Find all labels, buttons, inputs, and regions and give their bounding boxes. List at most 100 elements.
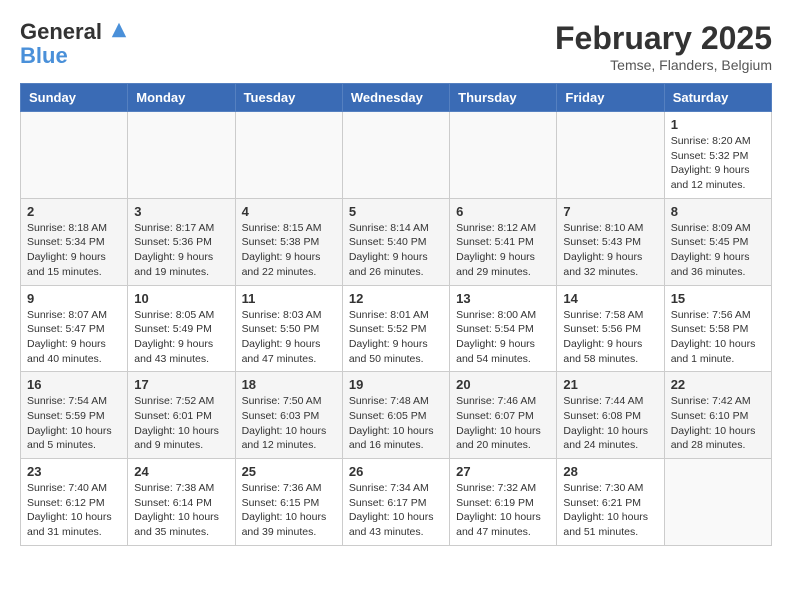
col-header-sunday: Sunday — [21, 84, 128, 112]
day-cell: 15 Sunrise: 7:56 AM Sunset: 5:58 PM Dayli… — [664, 285, 771, 372]
page-header: General Blue February 2025 Temse, Flande… — [20, 20, 772, 73]
day-number: 19 — [349, 377, 443, 392]
col-header-tuesday: Tuesday — [235, 84, 342, 112]
day-number: 21 — [563, 377, 657, 392]
day-info: Sunrise: 8:14 AM Sunset: 5:40 PM Dayligh… — [349, 221, 443, 280]
day-cell — [235, 112, 342, 199]
day-number: 15 — [671, 291, 765, 306]
day-info: Sunrise: 8:05 AM Sunset: 5:49 PM Dayligh… — [134, 308, 228, 367]
col-header-saturday: Saturday — [664, 84, 771, 112]
day-cell: 1 Sunrise: 8:20 AM Sunset: 5:32 PM Daylig… — [664, 112, 771, 199]
logo-text-blue: Blue — [20, 44, 128, 68]
logo-icon — [110, 21, 128, 39]
day-cell: 24 Sunrise: 7:38 AM Sunset: 6:14 PM Dayli… — [128, 459, 235, 546]
day-info: Sunrise: 7:40 AM Sunset: 6:12 PM Dayligh… — [27, 481, 121, 540]
day-number: 5 — [349, 204, 443, 219]
day-number: 27 — [456, 464, 550, 479]
logo: General Blue — [20, 20, 128, 68]
title-block: February 2025 Temse, Flanders, Belgium — [555, 20, 772, 73]
day-number: 22 — [671, 377, 765, 392]
day-cell — [450, 112, 557, 199]
day-cell: 12 Sunrise: 8:01 AM Sunset: 5:52 PM Dayli… — [342, 285, 449, 372]
day-info: Sunrise: 8:12 AM Sunset: 5:41 PM Dayligh… — [456, 221, 550, 280]
day-cell: 17 Sunrise: 7:52 AM Sunset: 6:01 PM Dayli… — [128, 372, 235, 459]
day-number: 1 — [671, 117, 765, 132]
day-info: Sunrise: 7:50 AM Sunset: 6:03 PM Dayligh… — [242, 394, 336, 453]
day-number: 24 — [134, 464, 228, 479]
day-cell: 16 Sunrise: 7:54 AM Sunset: 5:59 PM Dayli… — [21, 372, 128, 459]
day-cell: 13 Sunrise: 8:00 AM Sunset: 5:54 PM Dayli… — [450, 285, 557, 372]
day-info: Sunrise: 8:20 AM Sunset: 5:32 PM Dayligh… — [671, 134, 765, 193]
day-cell — [128, 112, 235, 199]
month-title: February 2025 — [555, 20, 772, 57]
day-cell: 3 Sunrise: 8:17 AM Sunset: 5:36 PM Daylig… — [128, 198, 235, 285]
day-info: Sunrise: 8:07 AM Sunset: 5:47 PM Dayligh… — [27, 308, 121, 367]
day-cell: 5 Sunrise: 8:14 AM Sunset: 5:40 PM Daylig… — [342, 198, 449, 285]
week-row-2: 2Sunrise: 8:18 AM Sunset: 5:34 PM Daylig… — [21, 198, 772, 285]
day-info: Sunrise: 7:56 AM Sunset: 5:58 PM Dayligh… — [671, 308, 765, 367]
day-cell: 25 Sunrise: 7:36 AM Sunset: 6:15 PM Dayli… — [235, 459, 342, 546]
day-cell — [21, 112, 128, 199]
location: Temse, Flanders, Belgium — [555, 57, 772, 73]
week-row-5: 23 Sunrise: 7:40 AM Sunset: 6:12 PM Dayli… — [21, 459, 772, 546]
col-header-wednesday: Wednesday — [342, 84, 449, 112]
day-info: Sunrise: 7:32 AM Sunset: 6:19 PM Dayligh… — [456, 481, 550, 540]
day-cell: 14 Sunrise: 7:58 AM Sunset: 5:56 PM Dayli… — [557, 285, 664, 372]
day-info: Sunrise: 8:10 AM Sunset: 5:43 PM Dayligh… — [563, 221, 657, 280]
day-number: 2 — [27, 204, 121, 219]
day-cell: 27 Sunrise: 7:32 AM Sunset: 6:19 PM Dayli… — [450, 459, 557, 546]
day-info: Sunrise: 7:30 AM Sunset: 6:21 PM Dayligh… — [563, 481, 657, 540]
day-number: 11 — [242, 291, 336, 306]
day-info: Sunrise: 7:54 AM Sunset: 5:59 PM Dayligh… — [27, 394, 121, 453]
logo-text: General — [20, 20, 128, 44]
day-cell: 7 Sunrise: 8:10 AM Sunset: 5:43 PM Daylig… — [557, 198, 664, 285]
calendar: SundayMondayTuesdayWednesdayThursdayFrid… — [20, 83, 772, 546]
day-number: 26 — [349, 464, 443, 479]
day-number: 25 — [242, 464, 336, 479]
day-number: 23 — [27, 464, 121, 479]
day-info: Sunrise: 8:00 AM Sunset: 5:54 PM Dayligh… — [456, 308, 550, 367]
day-info: Sunrise: 7:58 AM Sunset: 5:56 PM Dayligh… — [563, 308, 657, 367]
day-info: Sunrise: 8:09 AM Sunset: 5:45 PM Dayligh… — [671, 221, 765, 280]
day-number: 7 — [563, 204, 657, 219]
col-header-friday: Friday — [557, 84, 664, 112]
week-row-3: 9Sunrise: 8:07 AM Sunset: 5:47 PM Daylig… — [21, 285, 772, 372]
day-info: Sunrise: 7:52 AM Sunset: 6:01 PM Dayligh… — [134, 394, 228, 453]
day-cell: 11 Sunrise: 8:03 AM Sunset: 5:50 PM Dayli… — [235, 285, 342, 372]
day-number: 18 — [242, 377, 336, 392]
calendar-header-row: SundayMondayTuesdayWednesdayThursdayFrid… — [21, 84, 772, 112]
day-cell: 23 Sunrise: 7:40 AM Sunset: 6:12 PM Dayli… — [21, 459, 128, 546]
week-row-4: 16 Sunrise: 7:54 AM Sunset: 5:59 PM Dayli… — [21, 372, 772, 459]
day-cell: 4Sunrise: 8:15 AM Sunset: 5:38 PM Daylig… — [235, 198, 342, 285]
day-cell: 2Sunrise: 8:18 AM Sunset: 5:34 PM Daylig… — [21, 198, 128, 285]
day-number: 6 — [456, 204, 550, 219]
day-cell: 8Sunrise: 8:09 AM Sunset: 5:45 PM Daylig… — [664, 198, 771, 285]
day-number: 4 — [242, 204, 336, 219]
day-cell: 9Sunrise: 8:07 AM Sunset: 5:47 PM Daylig… — [21, 285, 128, 372]
day-cell — [557, 112, 664, 199]
day-cell: 22 Sunrise: 7:42 AM Sunset: 6:10 PM Dayli… — [664, 372, 771, 459]
day-number: 17 — [134, 377, 228, 392]
day-cell: 18 Sunrise: 7:50 AM Sunset: 6:03 PM Dayli… — [235, 372, 342, 459]
day-number: 16 — [27, 377, 121, 392]
day-cell: 6 Sunrise: 8:12 AM Sunset: 5:41 PM Daylig… — [450, 198, 557, 285]
col-header-monday: Monday — [128, 84, 235, 112]
day-info: Sunrise: 7:42 AM Sunset: 6:10 PM Dayligh… — [671, 394, 765, 453]
day-number: 13 — [456, 291, 550, 306]
day-info: Sunrise: 8:03 AM Sunset: 5:50 PM Dayligh… — [242, 308, 336, 367]
day-info: Sunrise: 7:44 AM Sunset: 6:08 PM Dayligh… — [563, 394, 657, 453]
day-info: Sunrise: 7:36 AM Sunset: 6:15 PM Dayligh… — [242, 481, 336, 540]
day-number: 28 — [563, 464, 657, 479]
day-number: 12 — [349, 291, 443, 306]
day-number: 20 — [456, 377, 550, 392]
day-cell: 26Sunrise: 7:34 AM Sunset: 6:17 PM Dayli… — [342, 459, 449, 546]
day-info: Sunrise: 8:01 AM Sunset: 5:52 PM Dayligh… — [349, 308, 443, 367]
day-info: Sunrise: 8:17 AM Sunset: 5:36 PM Dayligh… — [134, 221, 228, 280]
day-info: Sunrise: 7:46 AM Sunset: 6:07 PM Dayligh… — [456, 394, 550, 453]
col-header-thursday: Thursday — [450, 84, 557, 112]
day-info: Sunrise: 7:38 AM Sunset: 6:14 PM Dayligh… — [134, 481, 228, 540]
day-number: 3 — [134, 204, 228, 219]
day-number: 10 — [134, 291, 228, 306]
day-number: 14 — [563, 291, 657, 306]
day-cell — [664, 459, 771, 546]
